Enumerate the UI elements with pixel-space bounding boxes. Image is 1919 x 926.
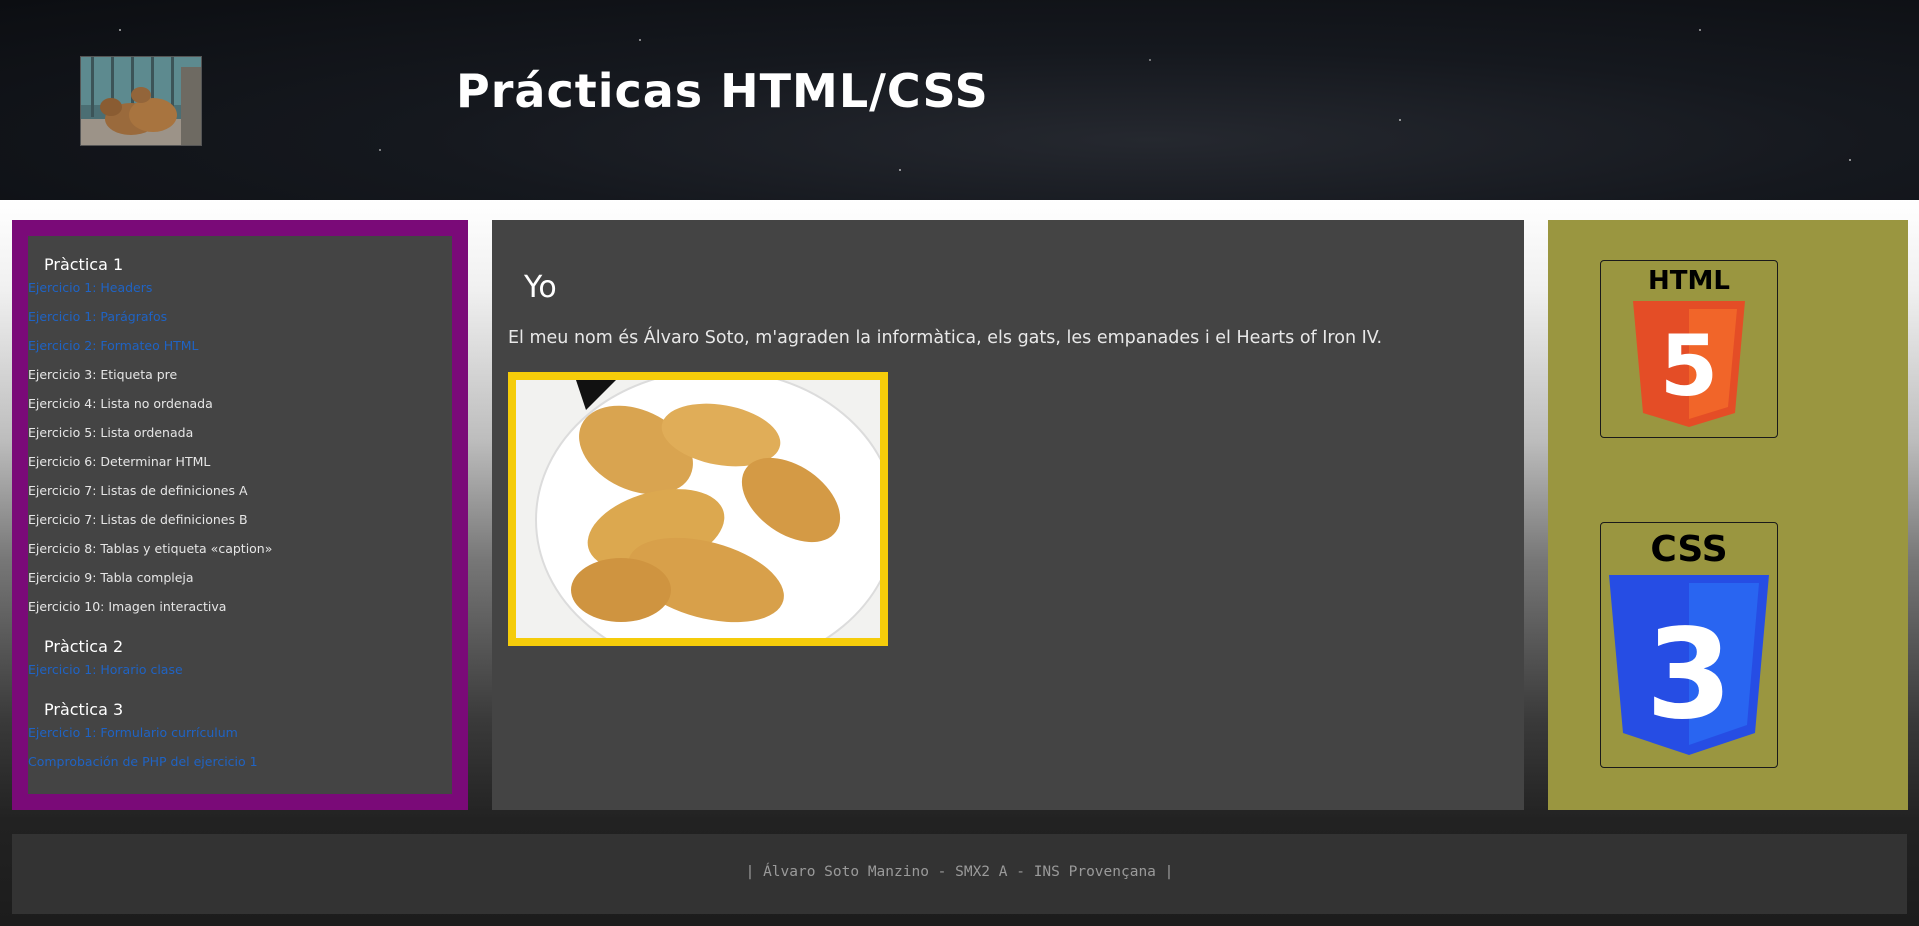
html5-logo-icon: HTML 5	[1600, 260, 1778, 438]
exercise-list-practica-1: Ejercicio 1: Headers Ejercicio 1: Parágr…	[28, 278, 452, 626]
nav-link-formulario-curriculum[interactable]: Ejercicio 1: Formulario currículum	[28, 723, 452, 752]
nav-item-ej5-lista-ordenada: Ejercicio 5: Lista ordenada	[28, 425, 194, 440]
nav-link-ej2-formateo[interactable]: Ejercicio 2: Formateo HTML	[28, 336, 452, 365]
page-title: Prácticas HTML/CSS	[456, 64, 989, 118]
sidebar-nav: Pràctica 1 Ejercicio 1: Headers Ejercici…	[28, 236, 452, 794]
empanadas-photo-frame	[508, 372, 888, 646]
section-title: Yo	[524, 270, 557, 305]
exercise-list-practica-2: Ejercicio 1: Horario clase	[28, 660, 452, 689]
site-header: Prácticas HTML/CSS	[0, 0, 1919, 200]
nav-item-ej4-lista-no-ordenada: Ejercicio 4: Lista no ordenada	[28, 396, 213, 411]
nav-link-ej1-paragrafos[interactable]: Ejercicio 1: Parágrafos	[28, 307, 452, 336]
footer-credits: | Álvaro Soto Manzino - SMX2 A - INS Pro…	[745, 864, 1174, 880]
css-badge-label: CSS	[1650, 529, 1727, 570]
nav-item-ej8-tablas: Ejercicio 8: Tablas y etiqueta «caption»	[28, 541, 273, 556]
nav-link-horario-clase[interactable]: Ejercicio 1: Horario clase	[28, 660, 452, 689]
main-content: Yo El meu nom és Álvaro Soto, m'agraden …	[492, 220, 1524, 810]
nav-item-ej6-determinar-html: Ejercicio 6: Determinar HTML	[28, 454, 211, 469]
capybara-logo-image	[80, 56, 202, 146]
html-badge-number: 5	[1660, 317, 1718, 415]
tech-logos-panel: HTML 5 CSS 3	[1548, 220, 1908, 810]
empanadas-image	[516, 380, 880, 638]
site-footer: | Álvaro Soto Manzino - SMX2 A - INS Pro…	[12, 834, 1907, 914]
css3-logo-icon: CSS 3	[1600, 522, 1778, 768]
nav-item-ej10-imagen-interactiva: Ejercicio 10: Imagen interactiva	[28, 599, 227, 614]
html-badge-label: HTML	[1648, 266, 1730, 296]
section-heading-practica-1: Pràctica 1	[44, 255, 124, 274]
intro-paragraph: El meu nom és Álvaro Soto, m'agraden la …	[508, 328, 1383, 348]
nav-item-ej3-pre: Ejercicio 3: Etiqueta pre	[28, 367, 178, 382]
nav-item-ej9-tabla-compleja: Ejercicio 9: Tabla compleja	[28, 570, 194, 585]
section-heading-practica-3: Pràctica 3	[44, 700, 124, 719]
nav-link-ej1-headers[interactable]: Ejercicio 1: Headers	[28, 278, 452, 307]
sidebar-frame: Pràctica 1 Ejercicio 1: Headers Ejercici…	[12, 220, 468, 810]
nav-item-ej7-definiciones-a: Ejercicio 7: Listas de definiciones A	[28, 483, 248, 498]
section-heading-practica-2: Pràctica 2	[44, 637, 124, 656]
css-badge-number: 3	[1646, 603, 1732, 747]
nav-item-ej7-definiciones-b: Ejercicio 7: Listas de definiciones B	[28, 512, 248, 527]
exercise-list-practica-3: Ejercicio 1: Formulario currículum Compr…	[28, 723, 452, 781]
nav-link-comprobacion-php[interactable]: Comprobación de PHP del ejercicio 1	[28, 752, 452, 781]
